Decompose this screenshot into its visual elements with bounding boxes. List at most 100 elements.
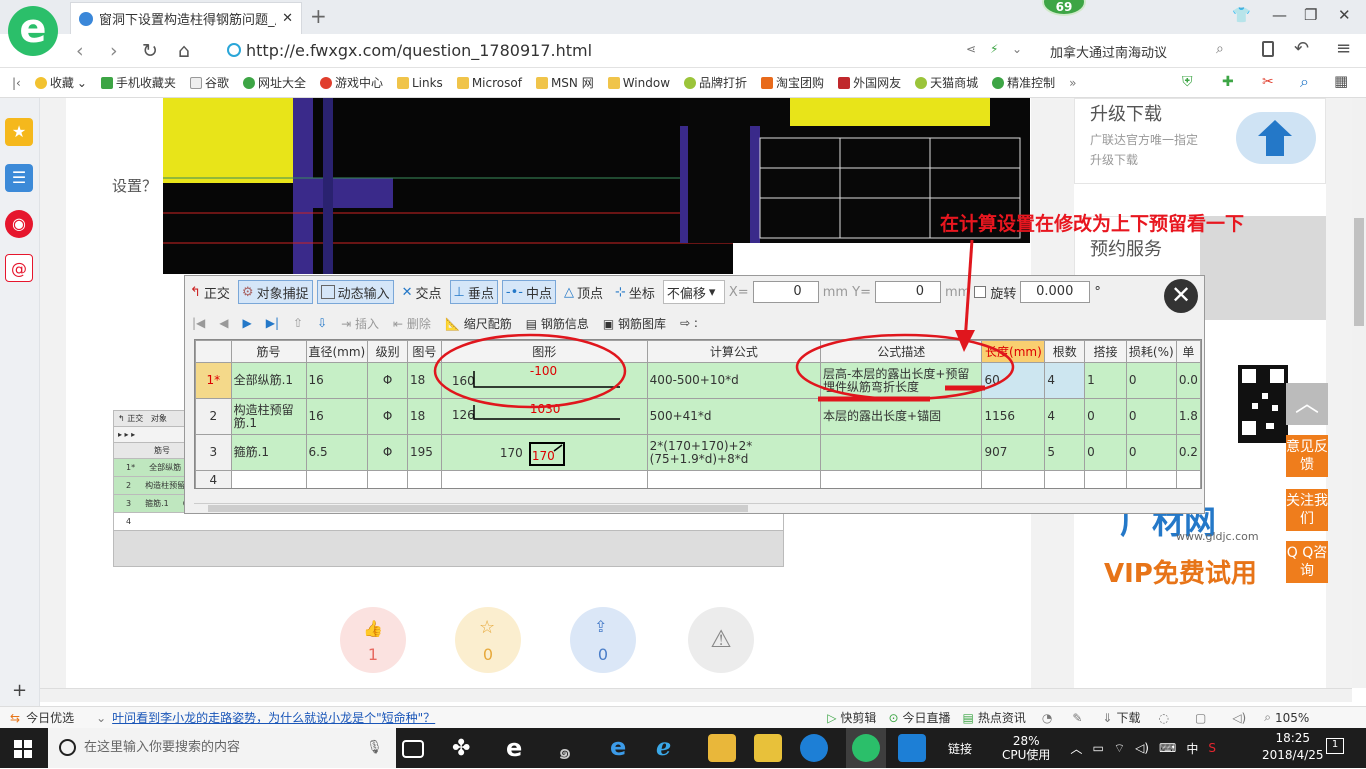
volume-icon[interactable]: ◁) (1232, 711, 1246, 725)
qq-consult-button[interactable]: Q Q咨询 (1286, 541, 1328, 583)
rotate-checkbox[interactable] (974, 286, 987, 298)
download-link[interactable]: 下载 (1116, 709, 1140, 726)
grid-header[interactable]: 图号 (406, 340, 442, 363)
cell-formula[interactable]: 2*(170+170)+2*(75+1.9*d)+8*d (646, 434, 822, 471)
grid-icon[interactable]: ▦ (1334, 72, 1348, 90)
cell-lap[interactable]: 0 (1084, 398, 1127, 435)
bookmark-item[interactable]: Microsof (456, 76, 522, 90)
cell-unit[interactable] (1175, 470, 1201, 488)
news-link[interactable]: 叶问看到李小龙的走路姿势，为什么就说小龙是个"短命种"？ (112, 709, 435, 726)
cell-name[interactable]: 箍筋.1 (230, 434, 307, 471)
cell-formula[interactable]: 400-500+10*d (646, 362, 822, 399)
cell-shape[interactable] (440, 470, 648, 488)
grid-header[interactable]: 搭接 (1084, 340, 1127, 363)
prev-record-icon[interactable]: ◀ (219, 316, 228, 330)
table-row[interactable]: 1* 全部纵筋.1 16 Φ 18 160 -100 400-500+10*d … (195, 362, 1201, 399)
table-row[interactable]: 4 (195, 470, 1201, 488)
cell-figure[interactable]: 195 (406, 434, 442, 471)
back-to-top-button[interactable]: ︿ (1286, 383, 1328, 425)
cell-loss[interactable] (1125, 470, 1177, 488)
dialog-close-button[interactable]: ✕ (1164, 279, 1198, 313)
midpoint-button[interactable]: -•- 中点 (501, 280, 556, 304)
bookmark-item[interactable]: 手机收藏夹 (100, 74, 176, 91)
favorites-icon[interactable]: ★ (5, 118, 33, 146)
live-link[interactable]: 今日直播 (903, 709, 951, 726)
home-icon[interactable]: ⌂ (178, 40, 190, 62)
phone-icon[interactable] (1262, 41, 1274, 57)
cell-diameter[interactable]: 16 (305, 362, 369, 399)
menu-icon[interactable]: ≡ (1336, 38, 1351, 59)
cell-length[interactable] (981, 470, 1046, 488)
add-sidebar-icon[interactable]: + (12, 680, 27, 701)
taskbar-search-input[interactable]: 在这里输入你要搜索的内容 🎙 (48, 728, 396, 768)
cell-formula[interactable]: 500+41*d (646, 398, 822, 435)
chevron-down-icon[interactable]: ⌄ (1012, 42, 1022, 56)
cell-lap[interactable]: 0 (1084, 434, 1127, 471)
ortho-button[interactable]: ↰ 正交 (186, 280, 234, 304)
cell-grade[interactable] (367, 470, 408, 488)
cell-count[interactable]: 5 (1044, 434, 1086, 471)
forward-icon[interactable]: › (110, 40, 118, 62)
restore-button[interactable]: ❐ (1304, 6, 1317, 24)
grid-header[interactable]: 图形 (440, 340, 648, 363)
speaker-icon[interactable]: ◁) (1135, 741, 1149, 755)
cell-loss[interactable]: 0 (1125, 362, 1177, 399)
browser-tab[interactable]: 窗洞下设置构造柱得钢筋问题_广 ✕ (70, 2, 302, 34)
new-tab-button[interactable]: + (310, 4, 327, 28)
cell-count[interactable]: 4 (1044, 398, 1086, 435)
move-down-icon[interactable]: ⇩ (317, 316, 327, 330)
dynamic-input-button[interactable]: 动态输入 (316, 280, 394, 304)
vip-banner[interactable]: VIP免费试用 (1104, 553, 1257, 590)
cell-grade[interactable]: Φ (367, 434, 408, 471)
hot-news-link[interactable]: 热点资讯 (978, 709, 1026, 726)
rotate-input[interactable]: 0.000 (1020, 281, 1091, 303)
delete-button[interactable]: ⇤ 删除 (393, 315, 431, 332)
quick-edit-link[interactable]: 快剪辑 (840, 709, 876, 726)
cell-diameter[interactable]: 16 (305, 398, 369, 435)
cell-shape[interactable]: 160 -100 (440, 362, 648, 399)
first-record-icon[interactable]: |◀ (192, 316, 205, 330)
pinwheel-app-icon[interactable]: ✤ (452, 736, 470, 761)
cell-name[interactable]: 全部纵筋.1 (230, 362, 307, 399)
table-row[interactable]: 2 构造柱预留筋.1 16 Φ 18 126 1030 500+41*d 本层的… (195, 398, 1201, 435)
cell-unit[interactable]: 0.0 (1175, 362, 1201, 399)
lightning-icon[interactable]: ⚡ (990, 42, 998, 56)
like-button[interactable]: 👍 1 (340, 607, 406, 673)
more-bookmarks-icon[interactable]: » (1069, 76, 1076, 90)
bookmark-item[interactable]: 精准控制 (992, 74, 1055, 91)
tray-expand-icon[interactable]: ︿ (1070, 740, 1082, 757)
minimize-button[interactable]: — (1272, 6, 1287, 24)
refresh-icon[interactable]: ↻ (142, 40, 158, 62)
tools-icon[interactable]: ✎ (1072, 711, 1082, 725)
ie-icon[interactable]: e (506, 734, 522, 762)
move-up-icon[interactable]: ⇧ (293, 316, 303, 330)
cell-description[interactable]: 本层的露出长度+锚固 (820, 398, 983, 435)
cell-figure[interactable]: 18 (406, 362, 442, 399)
cell-length[interactable]: 1156 (981, 398, 1046, 435)
grid-header[interactable]: 筋号 (230, 340, 307, 363)
cpu-meter[interactable]: 28% CPU使用 (1002, 734, 1050, 762)
grid-header[interactable]: 根数 (1044, 340, 1086, 363)
cell-name[interactable] (230, 470, 307, 488)
speed-icon[interactable]: ◔ (1042, 711, 1052, 725)
bookmark-item[interactable]: Window (607, 76, 670, 90)
shield-icon[interactable]: ⛨ (1182, 74, 1193, 90)
back-icon[interactable]: ‹ (76, 40, 84, 62)
rebar-info-button[interactable]: ▤ 钢筋信息 (526, 315, 589, 332)
cell-formula[interactable] (646, 470, 822, 488)
rebar-library-button[interactable]: ▣ 钢筋图库 (603, 315, 666, 332)
report-button[interactable]: ⚠ (688, 607, 754, 673)
cell-count[interactable] (1044, 470, 1086, 488)
active-browser-task[interactable] (846, 728, 886, 768)
grid-header[interactable]: 公式描述 (820, 340, 983, 363)
cell-lap[interactable] (1084, 470, 1127, 488)
bookmark-item[interactable]: 谷歌 (189, 74, 229, 91)
bookmarks-toggle-icon[interactable]: |‹ (12, 76, 21, 90)
spiral-app-icon[interactable]: ๑ (558, 734, 572, 769)
links-toolbar[interactable]: 链接 (948, 740, 972, 757)
scale-rebar-button[interactable]: 📐 缩尺配筋 (445, 315, 512, 332)
share-icon[interactable]: ⋖ (966, 42, 976, 56)
cell-lap[interactable]: 1 (1084, 362, 1127, 399)
search-icon[interactable]: ⌕ (1216, 41, 1224, 57)
cell-description[interactable] (820, 470, 983, 488)
